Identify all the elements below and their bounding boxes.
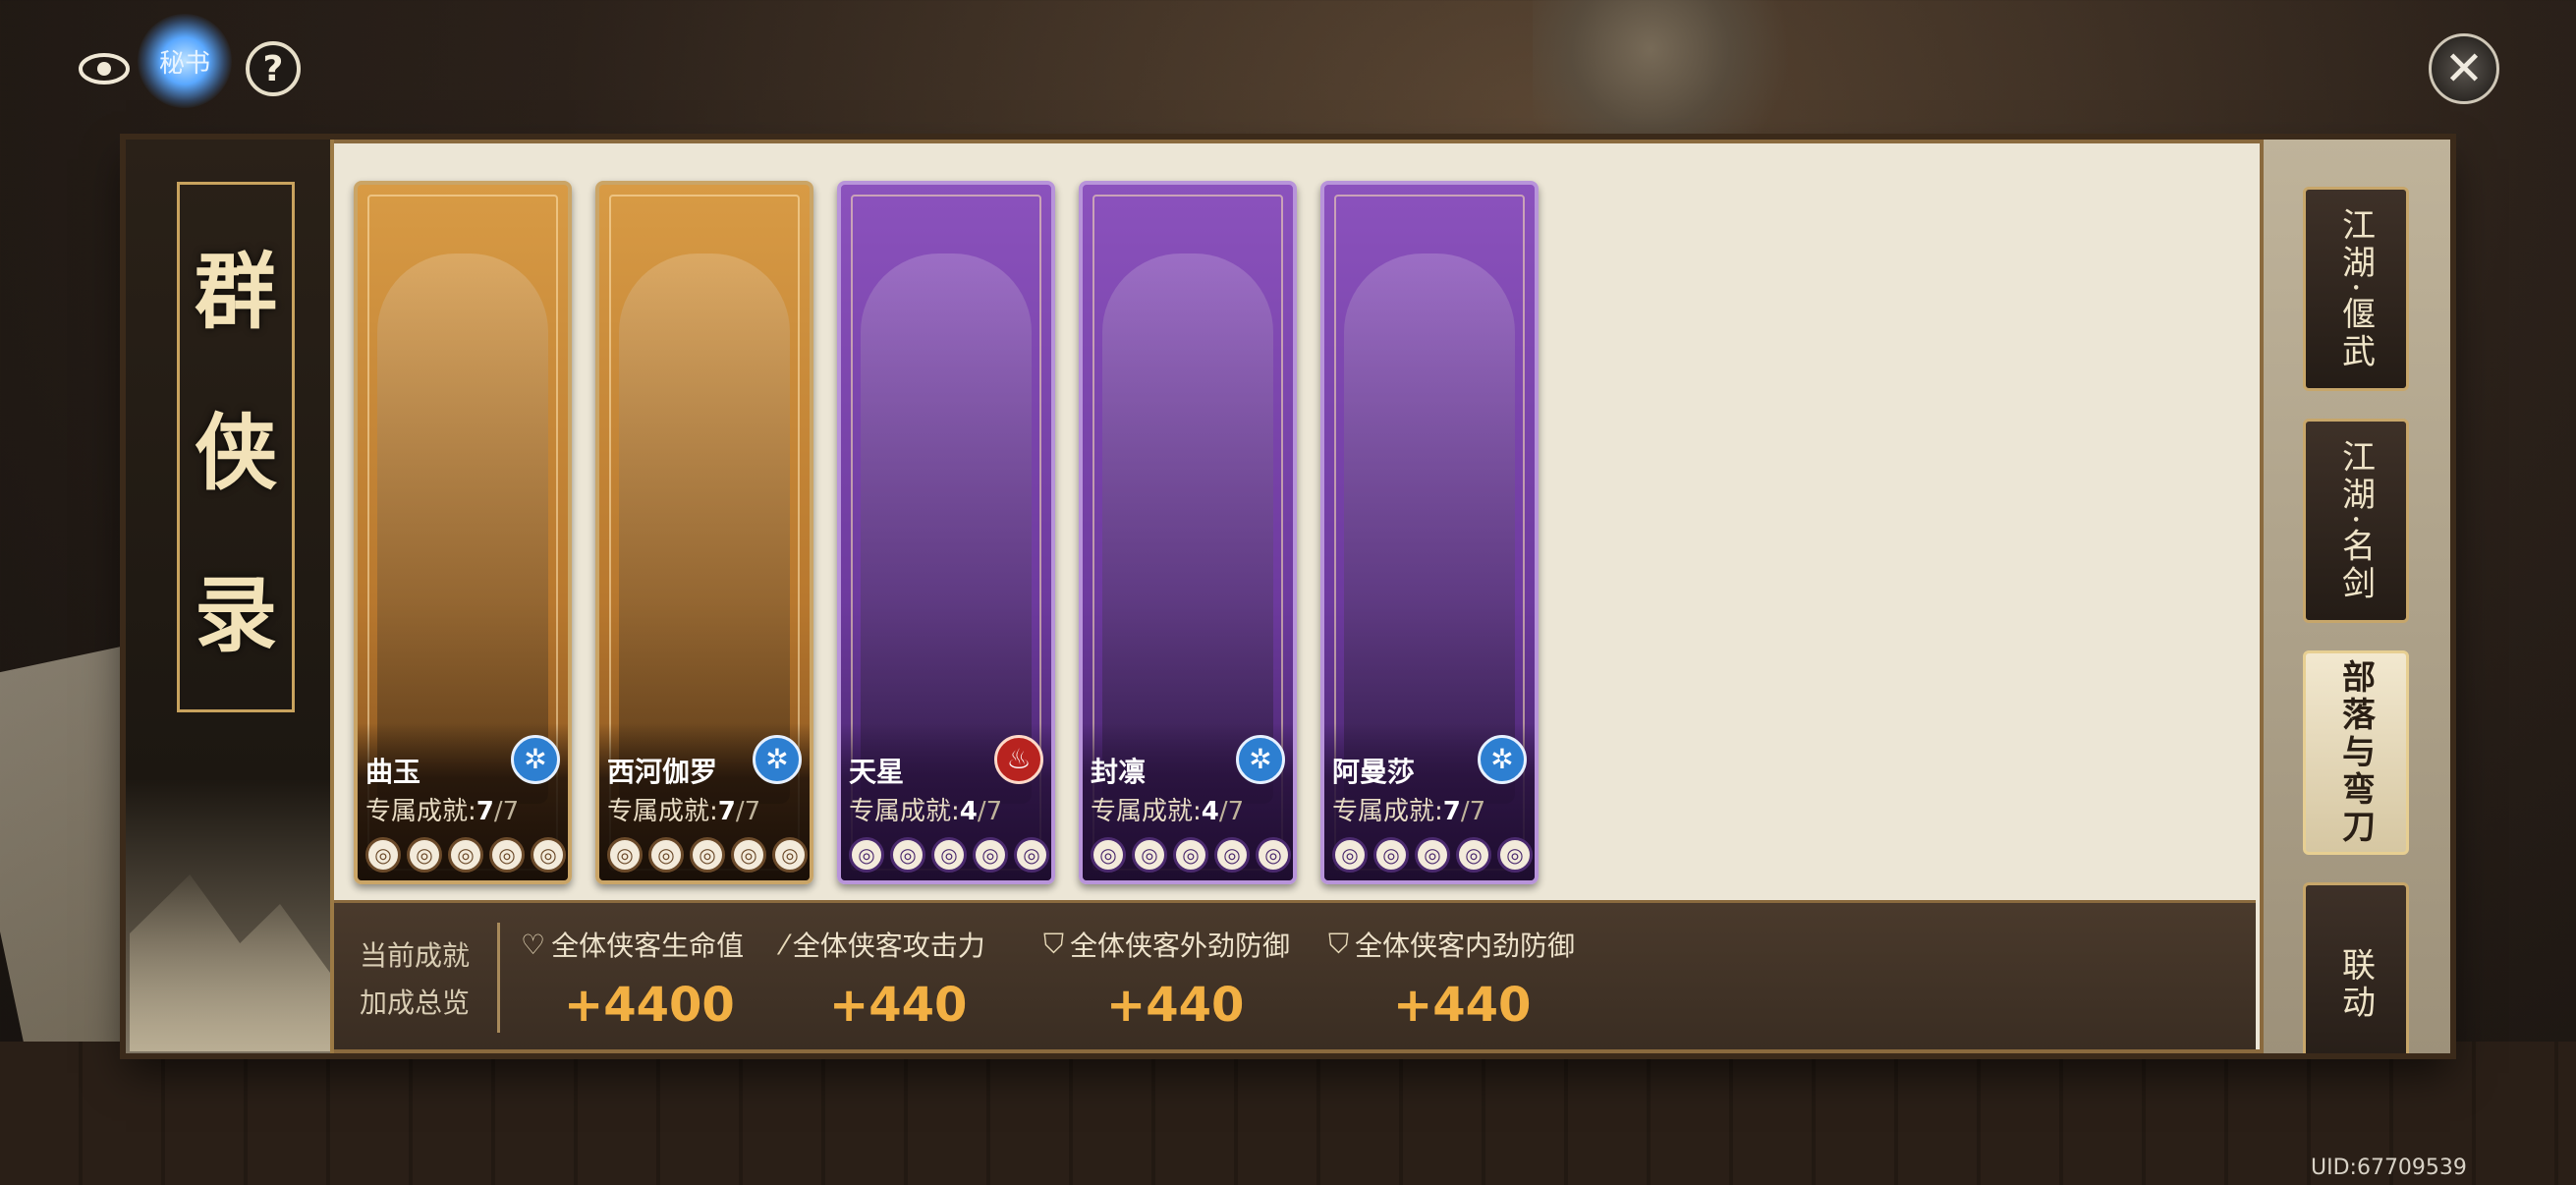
bonus-inner-defense: ⛉ 全体侠客内劲防御 +440 xyxy=(1328,925,1575,1033)
hero-card[interactable]: 曲玉 ✲ 专属成就:7/7 ◎ ◎ ◎ ◎ ◎ xyxy=(354,181,572,884)
hero-card[interactable]: 天星 ♨ 专属成就:4/7 ◎ ◎ ◎ ◎ ◎ xyxy=(837,181,1055,884)
tab-collab[interactable]: 联动 xyxy=(2303,882,2409,1053)
hero-card[interactable]: 封凛 ✲ 专属成就:4/7 ◎ ◎ ◎ ◎ ◎ xyxy=(1079,181,1297,884)
hero-portrait xyxy=(1102,254,1273,804)
eye-icon[interactable] xyxy=(77,41,132,96)
bonus-overview-label: 当前成就 加成总览 xyxy=(360,939,471,1019)
bonus-label: 全体侠客外劲防御 xyxy=(1070,930,1291,962)
bonus-value: +440 xyxy=(829,978,968,1033)
frost-element-icon: ✲ xyxy=(511,735,560,784)
achievement-dots: ◎ ◎ ◎ ◎ ◎ xyxy=(1332,837,1533,873)
achievement-dot-icon: ◎ xyxy=(890,837,925,873)
achievement-dot-icon: ◎ xyxy=(489,837,525,873)
heart-icon: ♡ xyxy=(521,928,546,961)
achievement-dot-icon: ◎ xyxy=(849,837,884,873)
hero-card[interactable]: 阿曼莎 ✲ 专属成就:7/7 ◎ ◎ ◎ ◎ ◎ xyxy=(1320,181,1539,884)
book-icon[interactable]: 秘书 xyxy=(138,14,232,108)
achievement-dot-icon: ◎ xyxy=(973,837,1008,873)
shield-icon: ⛉ xyxy=(1328,928,1350,960)
achievement-dots: ◎ ◎ ◎ ◎ ◎ xyxy=(607,837,808,873)
hero-name: 西河伽罗 xyxy=(607,756,718,788)
divider xyxy=(497,923,500,1033)
bonus-label: 全体侠客生命值 xyxy=(551,930,745,962)
achievement-dot-icon: ◎ xyxy=(731,837,766,873)
exclusive-achievement: 专属成就:7/7 xyxy=(1332,797,1486,826)
achievement-dots: ◎ ◎ ◎ ◎ ◎ xyxy=(849,837,1049,873)
achievement-dot-icon: ◎ xyxy=(1132,837,1167,873)
exclusive-achievement: 专属成就:4/7 xyxy=(1091,797,1245,826)
user-id: UID:67709539 xyxy=(2311,1156,2467,1180)
bonus-value: +4400 xyxy=(564,978,735,1033)
achievement-dot-icon: ◎ xyxy=(931,837,967,873)
achievement-dot-icon: ◎ xyxy=(1497,837,1533,873)
title-char: 录 xyxy=(194,566,277,664)
shield-icon: ⛉ xyxy=(1043,928,1065,960)
tab-tribe-and-scimitar[interactable]: 部落与弯刀 xyxy=(2303,650,2409,855)
achievement-dots: ◎ ◎ ◎ ◎ ◎ xyxy=(1091,837,1291,873)
sword-icon: ⁄ xyxy=(782,928,787,961)
bonus-value: +440 xyxy=(1106,978,1245,1033)
bonus-outer-defense: ⛉ 全体侠客外劲防御 +440 xyxy=(1043,925,1290,1033)
close-icon: ✕ xyxy=(2443,41,2485,96)
achievement-dot-icon: ◎ xyxy=(1256,837,1291,873)
hero-portrait xyxy=(1344,254,1515,804)
hero-card[interactable]: 西河伽罗 ✲ 专属成就:7/7 ◎ ◎ ◎ ◎ ◎ xyxy=(595,181,813,884)
exclusive-achievement: 专属成就:7/7 xyxy=(607,797,761,826)
book-label: 秘书 xyxy=(158,48,210,79)
frost-element-icon: ✲ xyxy=(1478,735,1527,784)
help-button[interactable]: ? xyxy=(246,41,301,96)
achievement-dot-icon: ◎ xyxy=(690,837,725,873)
bonus-label: 全体侠客内劲防御 xyxy=(1355,930,1576,962)
hero-name: 天星 xyxy=(849,756,905,788)
achievement-dot-icon: ◎ xyxy=(1173,837,1208,873)
background-desk xyxy=(0,1042,2576,1185)
bonus-hp: ♡ 全体侠客生命值 +4400 xyxy=(521,925,745,1034)
bonus-attack: ⁄ 全体侠客攻击力 +440 xyxy=(782,925,985,1034)
achievement-dot-icon: ◎ xyxy=(448,837,483,873)
bonus-value: +440 xyxy=(1393,978,1532,1033)
achievement-dot-icon: ◎ xyxy=(1373,837,1409,873)
background-decoration xyxy=(1533,0,1827,138)
achievement-dots: ◎ ◎ ◎ ◎ ◎ xyxy=(365,837,566,873)
achievement-dot-icon: ◎ xyxy=(1456,837,1491,873)
achievement-dot-icon: ◎ xyxy=(1415,837,1450,873)
achievement-dot-icon: ◎ xyxy=(531,837,566,873)
achievement-dot-icon: ◎ xyxy=(1214,837,1250,873)
hero-portrait xyxy=(377,254,548,804)
help-icon: ? xyxy=(262,48,284,89)
tab-jianghu-mingjian[interactable]: 江湖·名剑 xyxy=(2303,419,2409,623)
title-char: 侠 xyxy=(194,404,277,502)
hero-portrait xyxy=(619,254,790,804)
achievement-dot-icon: ◎ xyxy=(407,837,442,873)
exclusive-achievement: 专属成就:7/7 xyxy=(365,797,520,826)
achievement-dot-icon: ◎ xyxy=(1091,837,1126,873)
hero-name: 阿曼莎 xyxy=(1332,756,1416,788)
title-char: 群 xyxy=(194,242,277,340)
achievement-dot-icon: ◎ xyxy=(365,837,401,873)
bonus-label: 全体侠客攻击力 xyxy=(792,930,985,962)
hero-name: 封凛 xyxy=(1091,756,1147,788)
close-button[interactable]: ✕ xyxy=(2429,33,2499,104)
achievement-dot-icon: ◎ xyxy=(1332,837,1368,873)
tab-jianghu-yanwu[interactable]: 江湖·偃武 xyxy=(2303,187,2409,391)
category-tabs: 江湖·偃武 江湖·名剑 部落与弯刀 联动 xyxy=(2260,140,2450,1053)
hero-portrait xyxy=(861,254,1032,804)
page-title: 群 侠 录 xyxy=(177,182,295,712)
fire-element-icon: ♨ xyxy=(994,735,1043,784)
frost-element-icon: ✲ xyxy=(753,735,802,784)
exclusive-achievement: 专属成就:4/7 xyxy=(849,797,1003,826)
achievement-dot-icon: ◎ xyxy=(1014,837,1049,873)
achievement-bonus-bar: 当前成就 加成总览 ♡ 全体侠客生命值 +4400 ⁄ 全体侠客攻击力 +440 ⛉… xyxy=(334,900,2256,1049)
hero-name: 曲玉 xyxy=(365,756,421,788)
hero-card-list: 曲玉 ✲ 专属成就:7/7 ◎ ◎ ◎ ◎ ◎ 西河伽罗 ✲ 专属成就:7/7 ◎ ◎ ◎ ◎… xyxy=(354,181,1539,884)
frost-element-icon: ✲ xyxy=(1236,735,1285,784)
achievement-dot-icon: ◎ xyxy=(648,837,684,873)
achievement-dot-icon: ◎ xyxy=(607,837,643,873)
achievement-dot-icon: ◎ xyxy=(772,837,808,873)
